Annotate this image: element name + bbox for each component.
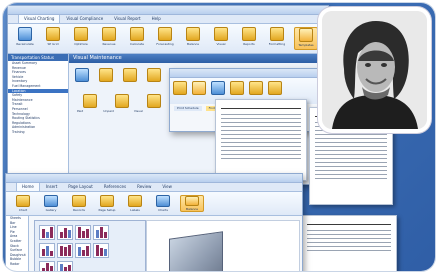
back-ribbon: Recalculate SP Grid Optimize Revenue Cal… [8, 24, 328, 54]
back-tab-3[interactable]: Visual Report [109, 15, 145, 23]
action-icon[interactable] [147, 94, 161, 108]
front-ribbon-button[interactable]: Gallery [40, 195, 62, 212]
chart-thumbnail[interactable] [57, 243, 73, 258]
front-ribbon-button-selected[interactable]: Balance [180, 195, 204, 212]
chart-thumbnail[interactable] [75, 225, 91, 240]
template-icon [299, 28, 313, 42]
front-title-bar [6, 174, 302, 183]
optimize-icon [74, 27, 88, 41]
ribbon-button-formatting[interactable]: Formatting [266, 27, 288, 50]
tool-icon[interactable] [75, 68, 89, 82]
inner-icon[interactable] [249, 81, 263, 95]
pane-action-row [83, 94, 161, 108]
ribbon-button-revenue[interactable]: Revenue [98, 27, 120, 50]
tool-icon[interactable] [123, 68, 137, 82]
ribbon-button-calculate[interactable]: Calculate [126, 27, 148, 50]
chart-thumbnail[interactable] [39, 243, 55, 258]
ribbon-button-templates[interactable]: Templates [294, 27, 318, 50]
front-ribbon-button[interactable]: Chart [12, 195, 34, 212]
balance-icon [186, 27, 200, 41]
back-tab-1[interactable]: Visual Charting [18, 15, 61, 23]
tool-icon[interactable] [147, 68, 161, 82]
records-icon [72, 195, 86, 207]
chart-icon [16, 195, 30, 207]
front-tab-4[interactable]: References [99, 183, 131, 191]
pane-label: Paid [77, 109, 84, 113]
pane-tool-row [75, 68, 161, 82]
inner-icon[interactable] [268, 81, 282, 95]
chart-thumbnail[interactable] [93, 243, 109, 258]
reports-icon [242, 27, 256, 41]
inner-tab[interactable]: Print Schedule [174, 106, 202, 111]
balance-icon [185, 196, 199, 206]
person-portrait [322, 11, 427, 129]
ribbon-button-optimize[interactable]: Optimize [70, 27, 92, 50]
front-app-window: Home Insert Page Layout References Revie… [5, 173, 303, 271]
chart-gallery [34, 220, 146, 271]
back-sidebar: Transportation Status Asset Summary Reve… [8, 54, 69, 184]
calculate-icon [130, 27, 144, 41]
chart-thumbnail[interactable] [39, 261, 55, 271]
front-sidebar: Sheets Bar Line Pie Area Scatter Stock S… [6, 216, 29, 271]
revenue-icon [102, 27, 116, 41]
3d-chart-area [146, 220, 300, 271]
profile-photo [322, 11, 427, 129]
chart-thumbnail[interactable] [57, 225, 73, 240]
front-ribbon-button[interactable]: Charts [152, 195, 174, 212]
report-document-1 [215, 99, 307, 181]
front-ribbon-tabs: Home Insert Page Layout References Revie… [6, 183, 302, 192]
back-ribbon-tabs: Visual Charting Visual Compliance Visual… [8, 15, 328, 24]
ribbon-button-grid[interactable]: SP Grid [42, 27, 64, 50]
profile-photo-frame [318, 7, 431, 133]
back-sidebar-title: Transportation Status [8, 54, 68, 61]
pane-label: Unpaid [103, 109, 114, 113]
back-tab-2[interactable]: Visual Compliance [61, 15, 108, 23]
front-ribbon-button[interactable]: Records [68, 195, 90, 212]
back-pane-title: Visual Maintenance [69, 54, 328, 63]
format-icon [270, 27, 284, 41]
visual-icon [214, 27, 228, 41]
gallery-icon [44, 195, 58, 207]
grid-icon [46, 27, 60, 41]
ribbon-button-balance[interactable]: Balance [182, 27, 204, 50]
front-tab-2[interactable]: Insert [41, 183, 62, 191]
front-tab-3[interactable]: Page Layout [63, 183, 98, 191]
chart-thumbnail[interactable] [75, 243, 91, 258]
chart-thumbnail[interactable] [39, 225, 55, 240]
charts-icon [156, 195, 170, 207]
front-tab-6[interactable]: View [157, 183, 177, 191]
ribbon-button-reports[interactable]: Reports [238, 27, 260, 50]
inner-icon[interactable] [211, 81, 225, 95]
ribbon-button-recalculate[interactable]: Recalculate [14, 27, 36, 50]
refresh-icon [18, 27, 32, 41]
front-ribbon-button[interactable]: Page Setup [96, 195, 118, 212]
sidebar-item[interactable]: Radar [6, 262, 28, 267]
3d-block [169, 231, 223, 271]
pane-label: Visual [133, 109, 143, 113]
inner-title-bar [170, 69, 330, 78]
back-tab-4[interactable]: Help [147, 15, 166, 23]
tool-icon[interactable] [99, 68, 113, 82]
ribbon-button-forecasting[interactable]: Forecasting [154, 27, 176, 50]
front-ribbon-button[interactable]: Labels [124, 195, 146, 212]
inner-icon-selected[interactable] [192, 81, 206, 95]
screenshot-frame: Visual Charting Visual Compliance Visual… [3, 3, 435, 271]
action-icon[interactable] [83, 94, 97, 108]
pane-label-row: Paid Unpaid Visual [77, 110, 143, 113]
sidebar-item[interactable]: Training [8, 130, 68, 135]
front-ribbon: Chart Gallery Records Page Setup Labels … [6, 192, 302, 216]
inner-icon[interactable] [173, 81, 187, 95]
page-setup-icon [100, 195, 114, 207]
forecast-icon [158, 27, 172, 41]
back-title-bar [8, 6, 328, 15]
labels-icon [128, 195, 142, 207]
chart-thumbnail[interactable] [93, 225, 109, 240]
inner-icon[interactable] [230, 81, 244, 95]
ribbon-button-visual[interactable]: Visual [210, 27, 232, 50]
action-icon[interactable] [115, 94, 129, 108]
chart-thumbnail[interactable] [57, 261, 73, 271]
report-document-3 [301, 215, 397, 271]
front-tab-1[interactable]: Home [16, 183, 40, 191]
front-tab-5[interactable]: Review [132, 183, 156, 191]
